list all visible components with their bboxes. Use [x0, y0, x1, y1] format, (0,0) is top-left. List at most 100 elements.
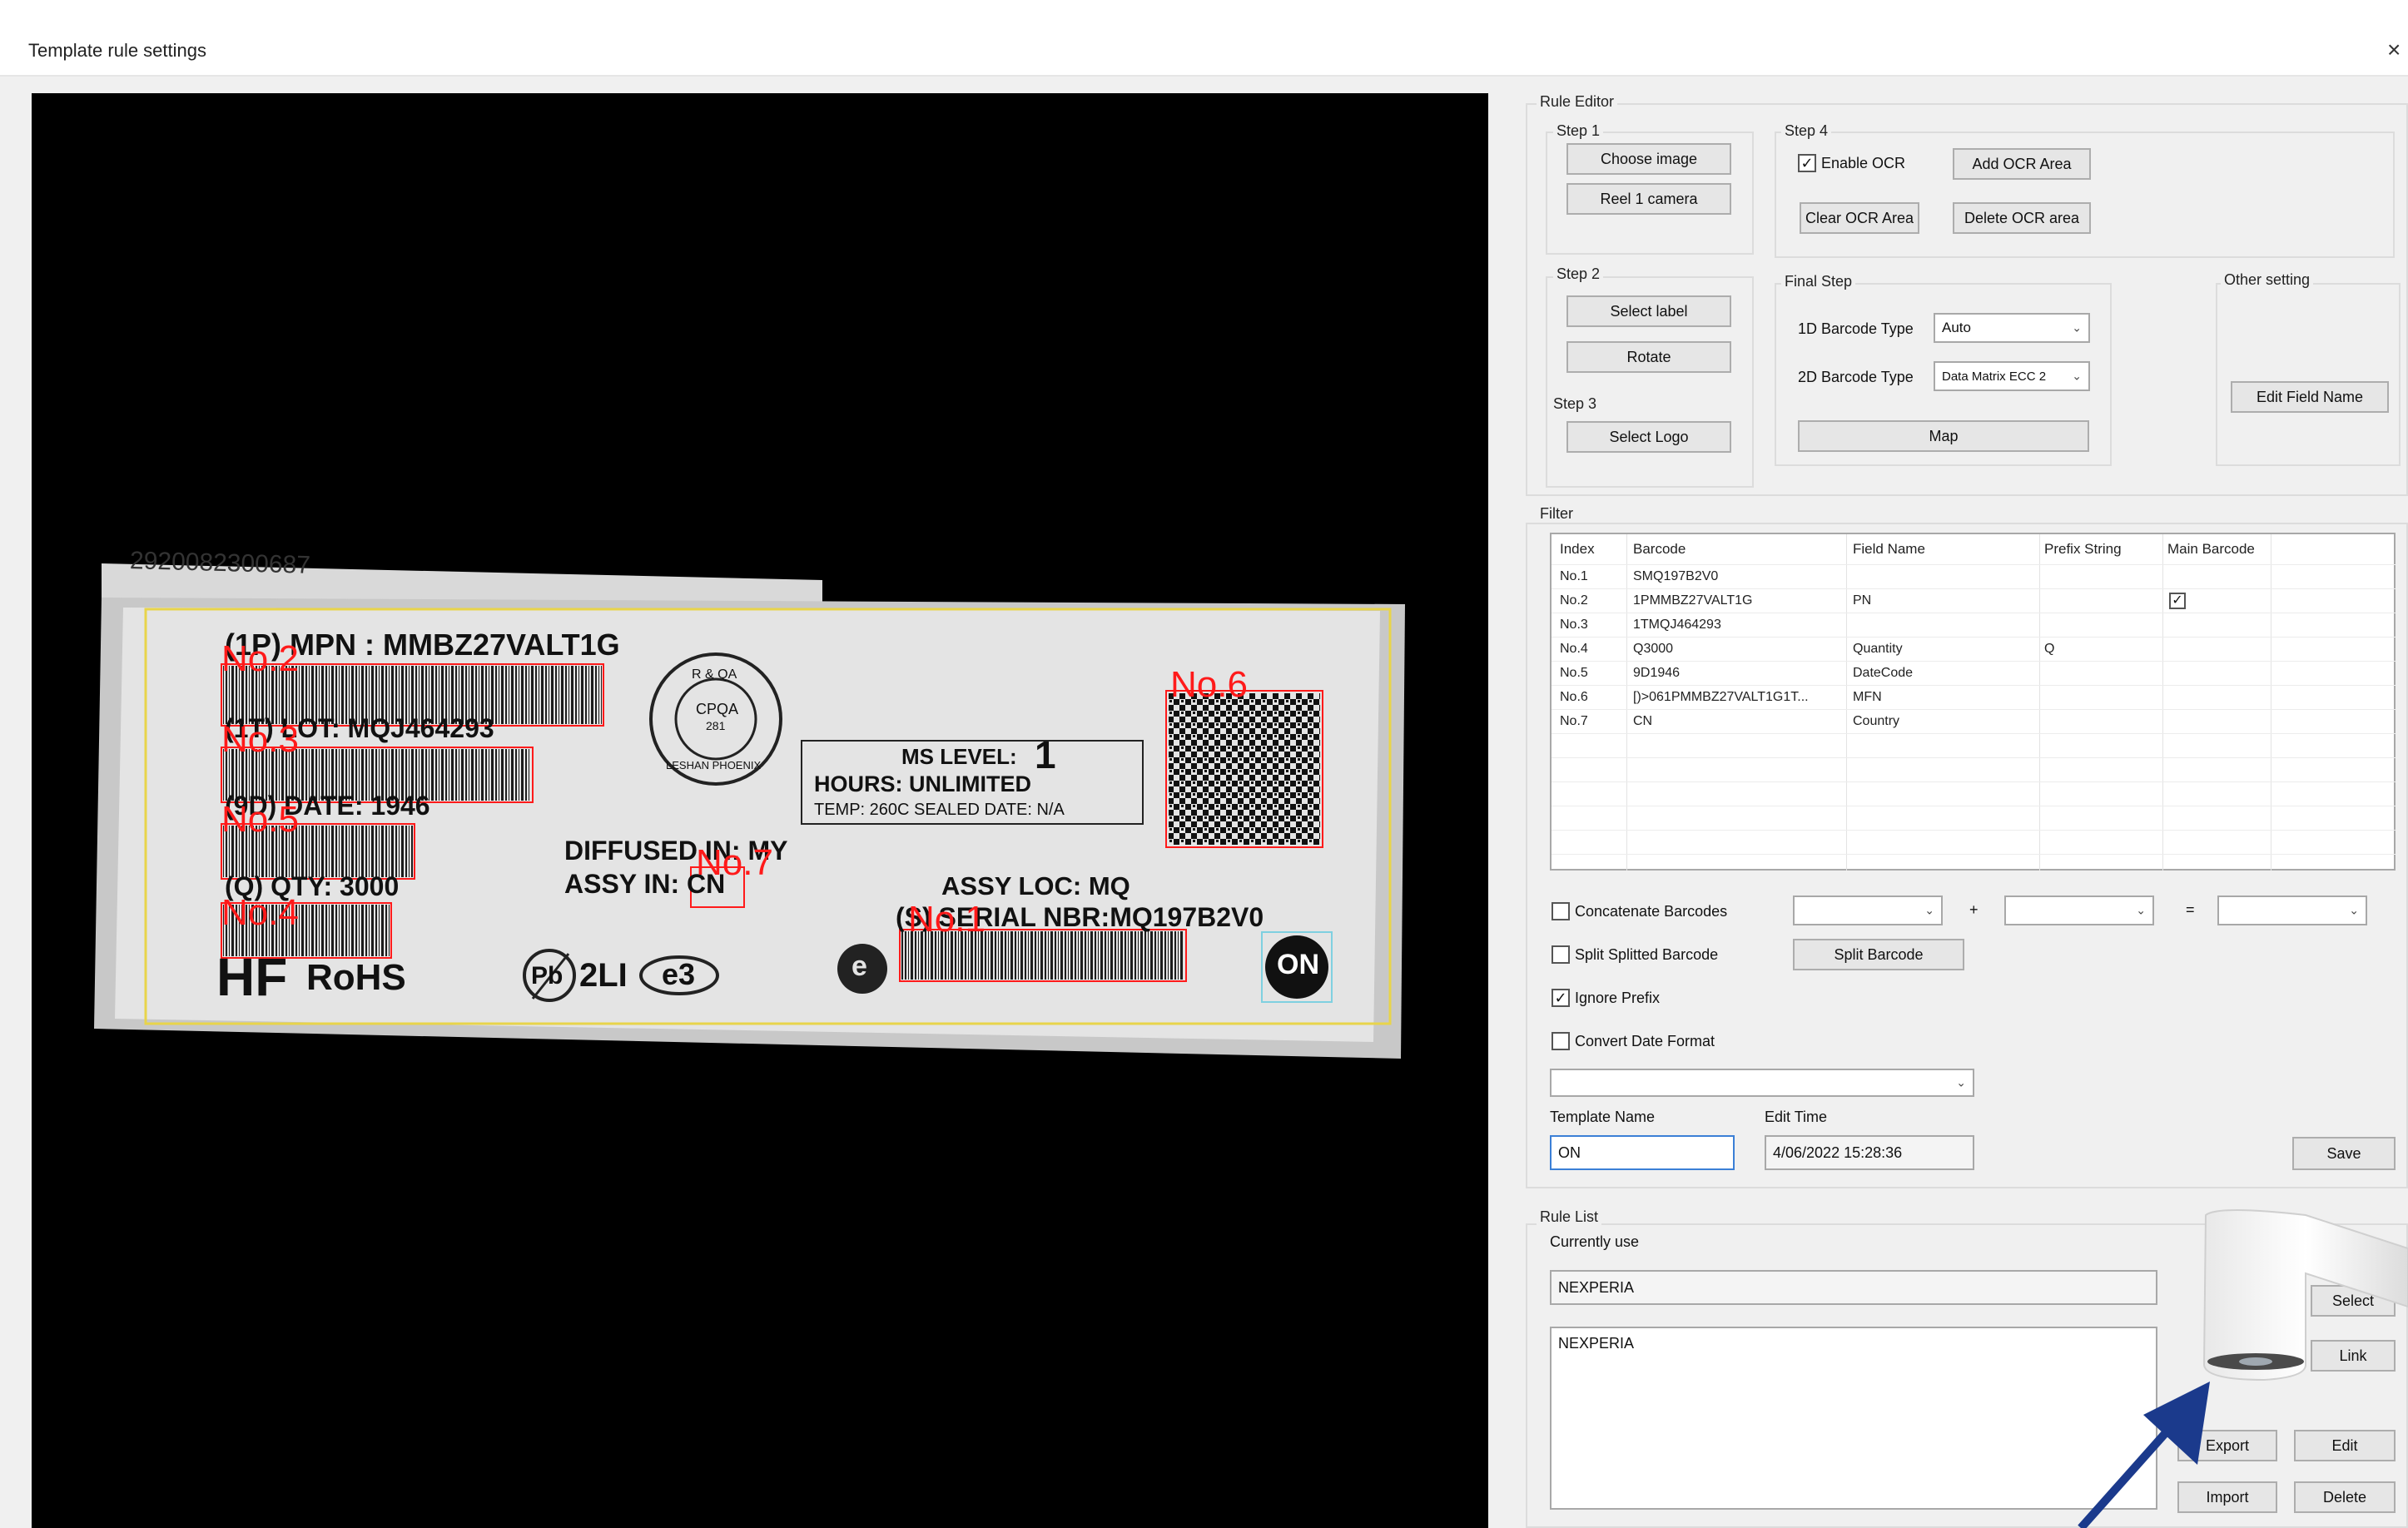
convert-date-checkbox[interactable]: [1552, 1032, 1570, 1050]
rotate-button[interactable]: Rotate: [1566, 341, 1731, 373]
row1-index[interactable]: No.1: [1560, 569, 1588, 584]
date-format-dropdown[interactable]: ⌄: [1550, 1069, 1974, 1097]
concatenate-checkbox[interactable]: [1552, 902, 1570, 920]
ignore-prefix-checkbox[interactable]: ✓: [1552, 989, 1570, 1007]
label-strip-text: 2920082300687: [129, 547, 311, 579]
col-main-barcode[interactable]: Main Barcode: [2167, 541, 2255, 558]
delete-ocr-area-button[interactable]: Delete OCR area: [1953, 202, 2091, 234]
row2-barcode[interactable]: 1PMMBZ27VALT1G: [1633, 593, 1841, 608]
row7-field[interactable]: Country: [1853, 714, 1899, 729]
label-ms-level-text: MS LEVEL:: [901, 744, 1017, 769]
close-icon[interactable]: ×: [2387, 37, 2401, 63]
col-index[interactable]: Index: [1560, 541, 1595, 558]
edit-time-label: Edit Time: [1765, 1109, 1828, 1125]
concatenate-result-dropdown[interactable]: ⌄: [2217, 895, 2367, 925]
save-button[interactable]: Save: [2292, 1137, 2396, 1170]
row2-field[interactable]: PN: [1853, 593, 1871, 608]
chevron-down-icon: ⌄: [1924, 903, 1934, 917]
row6-barcode[interactable]: [)>061PMMBZ27VALT1G1T...: [1633, 690, 1844, 705]
reel-camera-button[interactable]: Reel 1 camera: [1566, 183, 1731, 215]
clear-ocr-area-button[interactable]: Clear OCR Area: [1800, 202, 1919, 234]
window-title: Template rule settings: [28, 40, 206, 61]
barcode-1d-dropdown[interactable]: Auto ⌄: [1934, 313, 2090, 343]
tag-no6: No.6: [1170, 664, 1248, 705]
seal-top-text: R & QA: [692, 667, 737, 682]
row3-barcode[interactable]: 1TMQJ464293: [1633, 618, 1841, 633]
template-name-label: Template Name: [1550, 1109, 1656, 1125]
concatenate-second-dropdown[interactable]: ⌄: [2004, 895, 2154, 925]
plus-sign: +: [1969, 901, 1979, 918]
on-logo: ON: [1277, 949, 1319, 980]
row4-prefix[interactable]: Q: [2044, 642, 2054, 657]
final-step-label: Final Step: [1781, 273, 1856, 290]
barcode-2d-label: 2D Barcode Type: [1798, 369, 1914, 385]
select-label-button[interactable]: Select label: [1566, 295, 1731, 327]
label-rohs-text: RoHS: [306, 957, 406, 998]
chevron-down-icon: ⌄: [2072, 320, 2082, 335]
currently-use-field: NEXPERIA: [1550, 1270, 2157, 1305]
label-ms-level-number: 1: [1035, 733, 1056, 776]
choose-image-button[interactable]: Choose image: [1566, 143, 1731, 175]
split-barcode-button[interactable]: Split Barcode: [1793, 939, 1964, 970]
other-setting-label: Other setting: [2221, 271, 2314, 289]
concatenate-first-dropdown[interactable]: ⌄: [1793, 895, 1943, 925]
enable-ocr-label: Enable OCR: [1821, 155, 1906, 171]
label-2li-text: 2LI: [579, 957, 628, 994]
tag-no1: No.1: [908, 899, 986, 940]
add-ocr-area-button[interactable]: Add OCR Area: [1953, 148, 2091, 180]
col-field-name[interactable]: Field Name: [1853, 541, 1925, 558]
rule-list-item[interactable]: NEXPERIA: [1558, 1335, 1634, 1352]
tag-no4: No.4: [221, 892, 299, 933]
chevron-down-icon: ⌄: [1956, 1075, 1966, 1089]
row7-index[interactable]: No.7: [1560, 714, 1588, 729]
select-logo-button[interactable]: Select Logo: [1566, 421, 1731, 453]
template-name-input[interactable]: ON: [1550, 1135, 1735, 1170]
row4-index[interactable]: No.4: [1560, 642, 1588, 657]
barcode-1d-value: Auto: [1942, 320, 1971, 335]
barcode-2d-value: Data Matrix ECC 2: [1942, 369, 2047, 384]
row4-field[interactable]: Quantity: [1853, 642, 1903, 657]
seal-bottom-text: LESHAN PHOENIX: [666, 759, 762, 771]
row5-barcode[interactable]: 9D1946: [1633, 666, 1841, 681]
row4-barcode[interactable]: Q3000: [1633, 642, 1841, 657]
col-barcode[interactable]: Barcode: [1633, 541, 1686, 558]
row1-barcode[interactable]: SMQ197B2V0: [1633, 569, 1841, 584]
title-bar: [0, 0, 2408, 77]
tag-no5: No.5: [221, 799, 299, 840]
edit-time-field: 4/06/2022 15:28:36: [1765, 1135, 1974, 1170]
row5-index[interactable]: No.5: [1560, 666, 1588, 681]
tag-no2: No.2: [221, 638, 299, 679]
other-setting-group: [2216, 283, 2401, 466]
convert-date-label: Convert Date Format: [1575, 1033, 1715, 1049]
row5-field[interactable]: DateCode: [1853, 666, 1913, 681]
row3-index[interactable]: No.3: [1560, 618, 1588, 633]
currently-use-label: Currently use: [1550, 1233, 1640, 1250]
barcode-2d-dropdown[interactable]: Data Matrix ECC 2 ⌄: [1934, 361, 2090, 391]
step4-label: Step 4: [1781, 122, 1832, 140]
barcode-table[interactable]: Index Barcode Field Name Prefix String M…: [1550, 533, 2396, 871]
label-hf-text: HF: [216, 947, 288, 1007]
row7-barcode[interactable]: CN: [1633, 714, 1841, 729]
edit-field-name-button[interactable]: Edit Field Name: [2231, 381, 2389, 413]
rule-list-title: Rule List: [1537, 1208, 1602, 1226]
map-button[interactable]: Map: [1798, 420, 2089, 452]
rule-editor-title: Rule Editor: [1537, 93, 1618, 111]
col-prefix-string[interactable]: Prefix String: [2044, 541, 2122, 558]
enable-ocr-checkbox[interactable]: ✓: [1798, 154, 1816, 172]
seal-number-text: 281: [706, 719, 726, 732]
label-hours-text: HOURS: UNLIMITED: [814, 771, 1031, 796]
concatenate-label: Concatenate Barcodes: [1575, 903, 1728, 920]
equals-sign: =: [2186, 901, 2195, 918]
row2-index[interactable]: No.2: [1560, 593, 1588, 608]
barcode-1d-label: 1D Barcode Type: [1798, 320, 1914, 337]
row2-main-barcode-checkbox[interactable]: ✓: [2169, 593, 2186, 609]
tag-no7: No.7: [696, 842, 773, 883]
row6-field[interactable]: MFN: [1853, 690, 1882, 705]
image-canvas[interactable]: 2920082300687 (1P) MPN : MMBZ27VALT1G (1…: [32, 93, 1488, 1528]
chevron-down-icon: ⌄: [2349, 903, 2359, 917]
tag-no3: No.3: [221, 719, 299, 760]
label-e3-text: e3: [662, 957, 696, 991]
split-checkbox[interactable]: [1552, 945, 1570, 964]
row6-index[interactable]: No.6: [1560, 690, 1588, 705]
label-pb-text: Pb: [531, 962, 564, 990]
